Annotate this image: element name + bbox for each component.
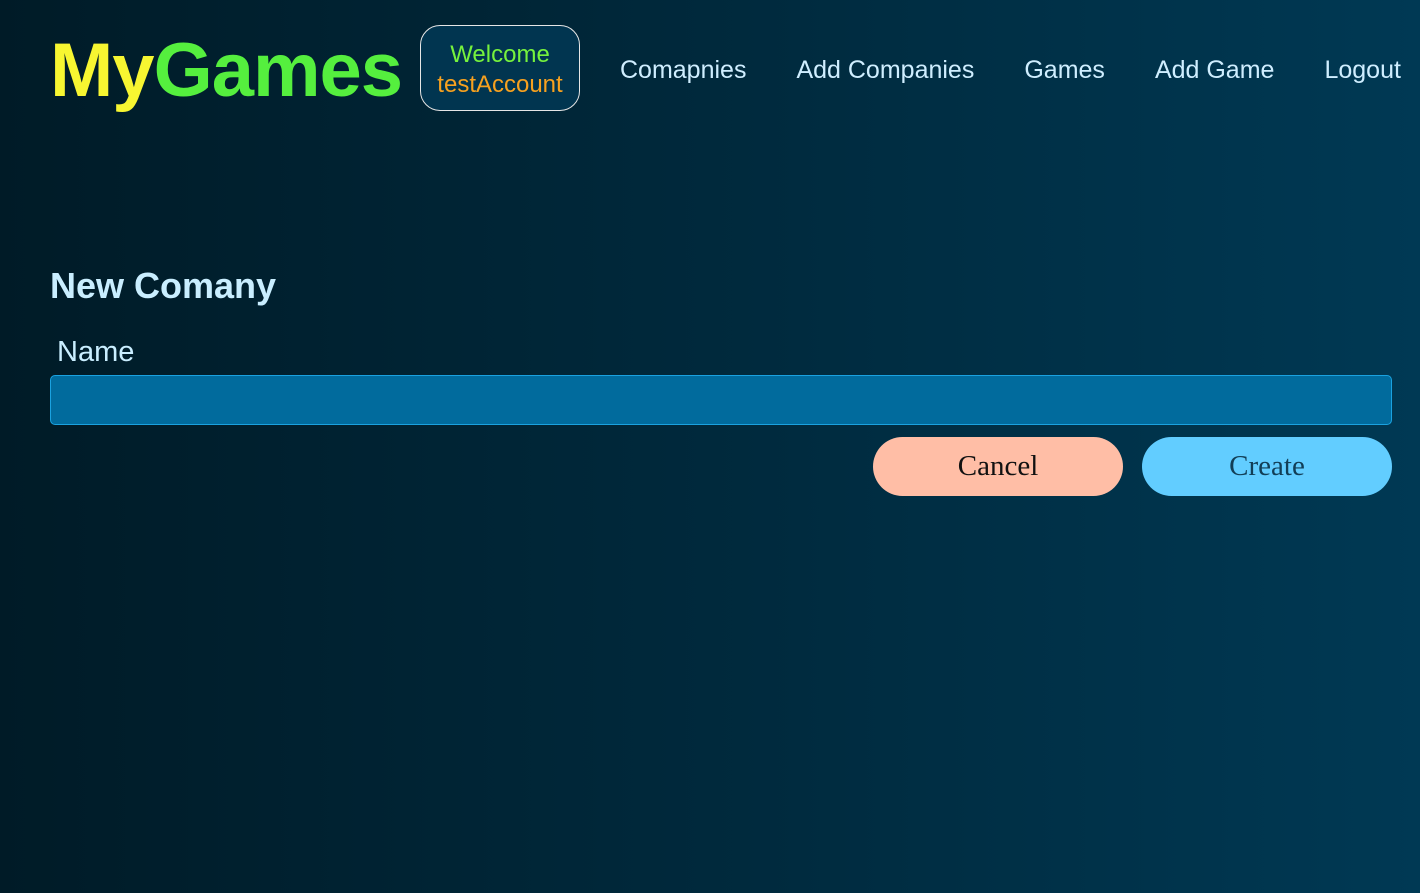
name-field-label: Name <box>57 336 135 368</box>
cancel-button[interactable]: Cancel <box>873 437 1123 496</box>
username-text: testAccount <box>437 71 563 98</box>
welcome-badge: Welcome testAccount <box>420 25 580 111</box>
header: MyGames Welcome testAccount Comapnies Ad… <box>0 0 1420 140</box>
welcome-text: Welcome <box>450 41 550 68</box>
page-title: New Comany <box>50 265 277 306</box>
nav-link-companies[interactable]: Comapnies <box>620 52 746 88</box>
nav-link-add-companies[interactable]: Add Companies <box>796 52 974 88</box>
nav-link-logout[interactable]: Logout <box>1324 52 1400 88</box>
nav-link-add-game[interactable]: Add Game <box>1155 52 1275 88</box>
logo-part-my: My <box>50 28 155 113</box>
site-logo[interactable]: MyGames <box>50 28 403 114</box>
company-name-input[interactable] <box>50 375 1392 425</box>
create-button[interactable]: Create <box>1142 437 1392 496</box>
nav-link-games[interactable]: Games <box>1024 52 1105 88</box>
main-nav: Comapnies Add Companies Games Add Game L… <box>620 52 1401 88</box>
logo-part-games: Games <box>153 28 403 113</box>
